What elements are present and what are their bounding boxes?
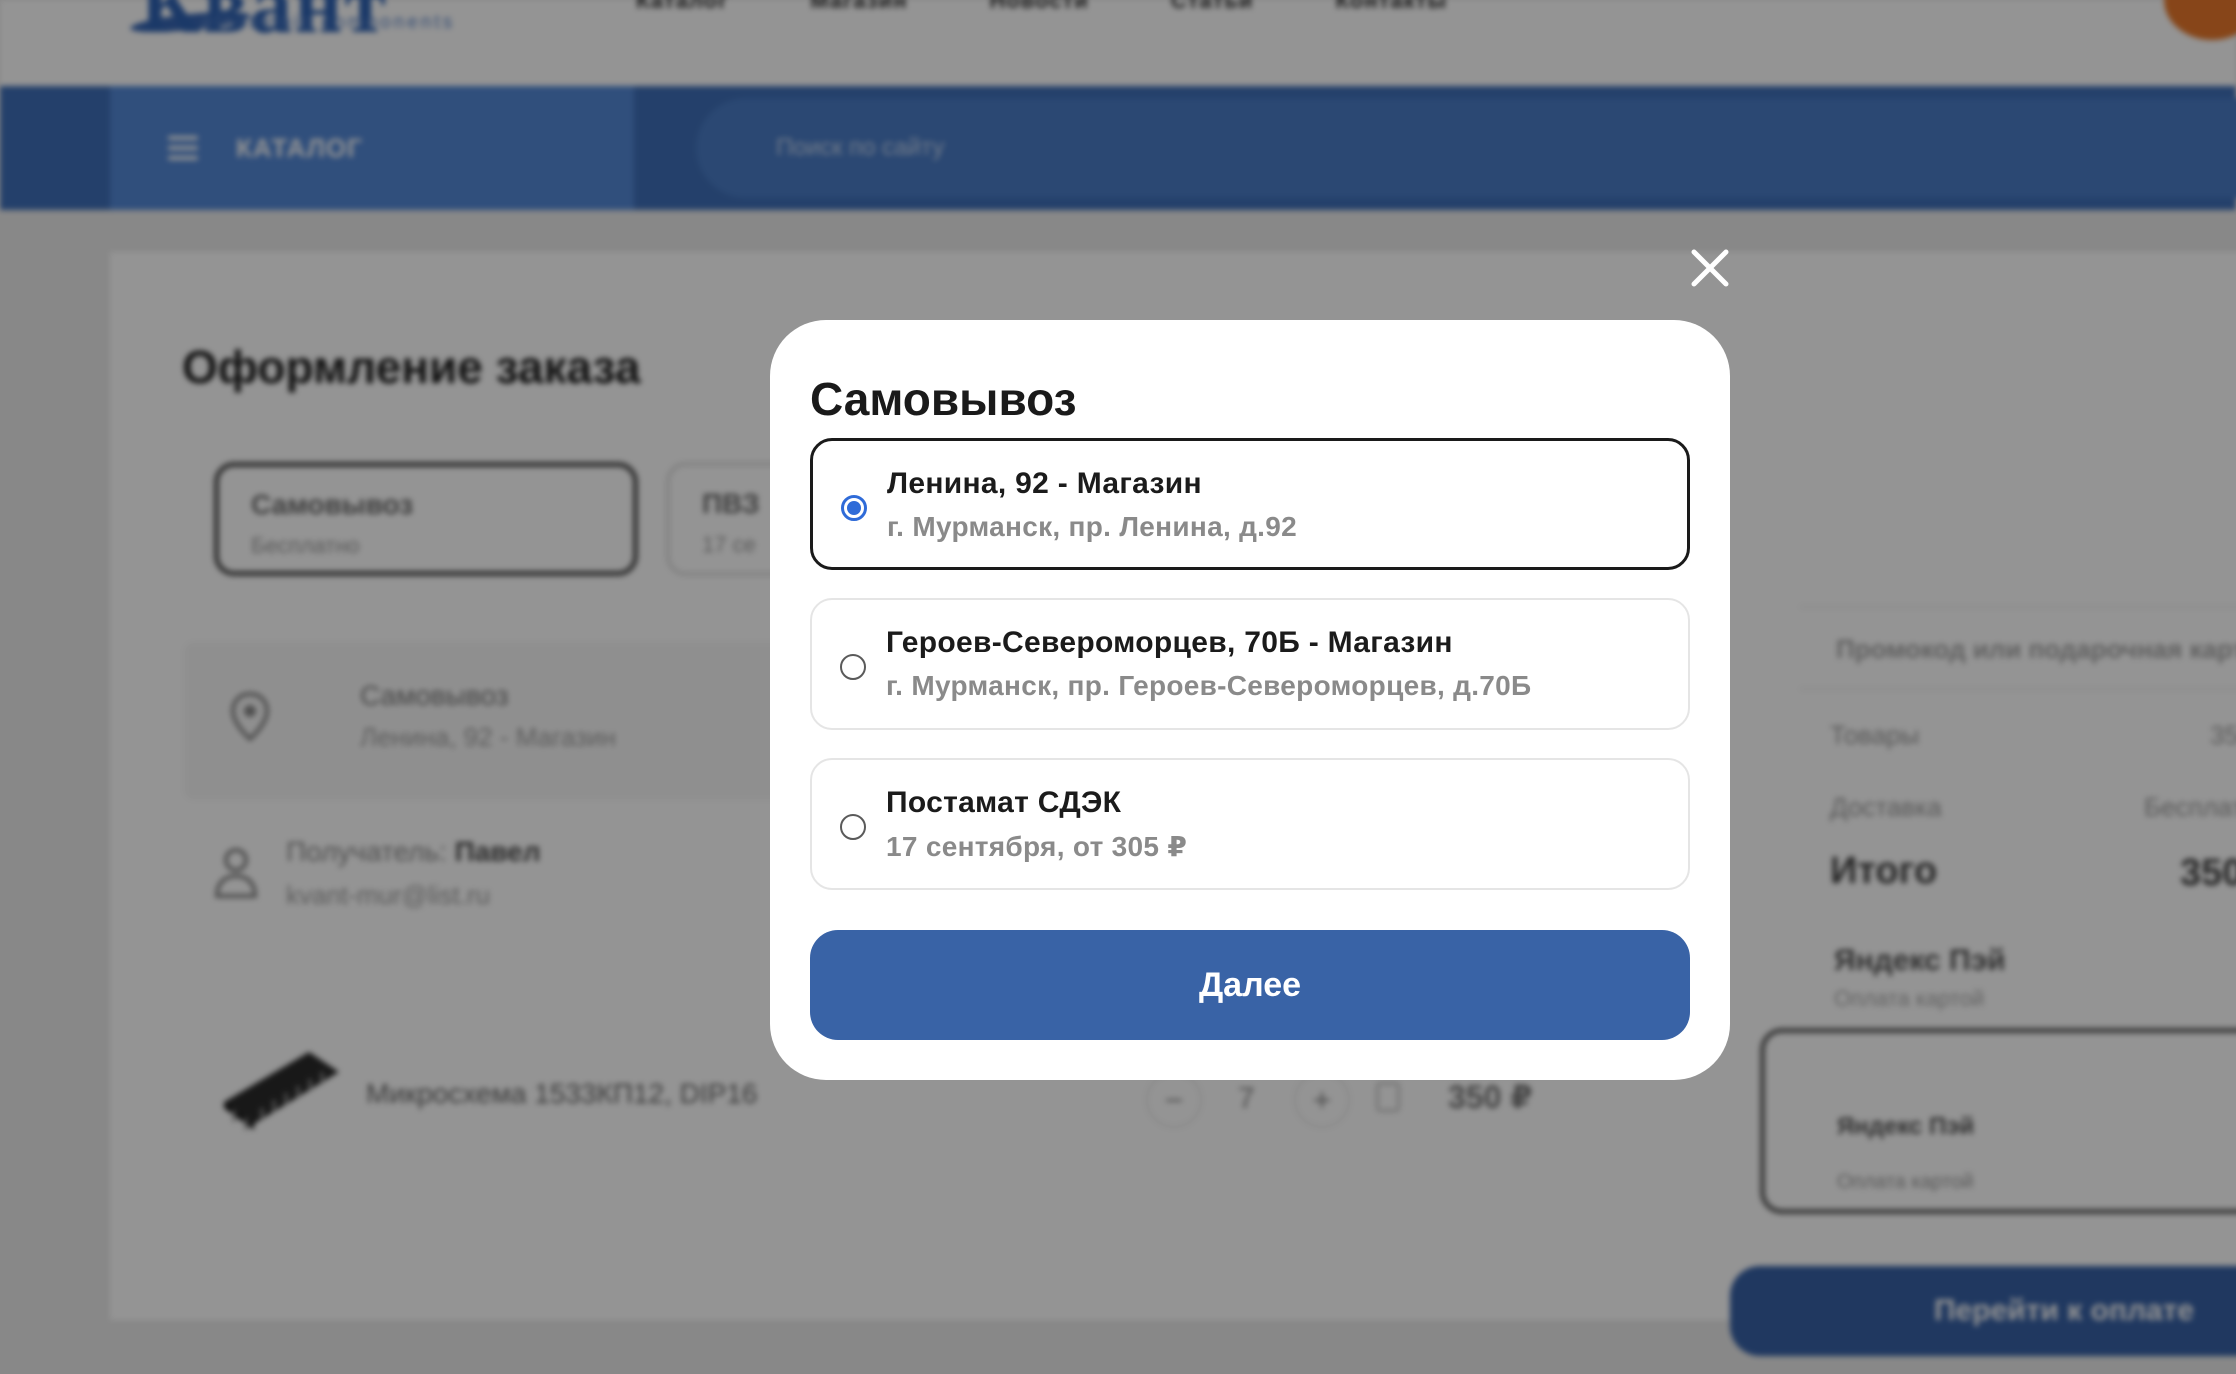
store-option-geroev-severomortsev[interactable]: Героев-Североморцев, 70Б - Магазин г. Му… bbox=[810, 598, 1690, 730]
store-name: Постамат СДЭК bbox=[886, 786, 1122, 819]
store-option-postamat-cdek[interactable]: Постамат СДЭК 17 сентября, от 305 ₽ bbox=[810, 758, 1690, 890]
store-option-lenina[interactable]: Ленина, 92 - Магазин г. Мурманск, пр. Ле… bbox=[810, 438, 1690, 570]
store-address: г. Мурманск, пр. Героев-Североморцев, д.… bbox=[886, 670, 1532, 701]
modal-title: Самовывоз bbox=[810, 373, 1077, 425]
store-address: г. Мурманск, пр. Ленина, д.92 bbox=[887, 511, 1298, 542]
radio-button-selected[interactable] bbox=[841, 495, 867, 521]
store-address: 17 сентября, от 305 ₽ bbox=[886, 831, 1188, 862]
pickup-modal: Самовывоз Ленина, 92 - Магазин г. Мурман… bbox=[770, 320, 1730, 1080]
store-name: Героев-Североморцев, 70Б - Магазин bbox=[886, 626, 1453, 659]
store-name: Ленина, 92 - Магазин bbox=[887, 467, 1202, 500]
close-modal-button[interactable] bbox=[1688, 246, 1732, 290]
close-icon bbox=[1691, 249, 1729, 287]
radio-button[interactable] bbox=[840, 814, 866, 840]
radio-button[interactable] bbox=[840, 654, 866, 680]
next-button[interactable]: Далее bbox=[810, 930, 1690, 1040]
